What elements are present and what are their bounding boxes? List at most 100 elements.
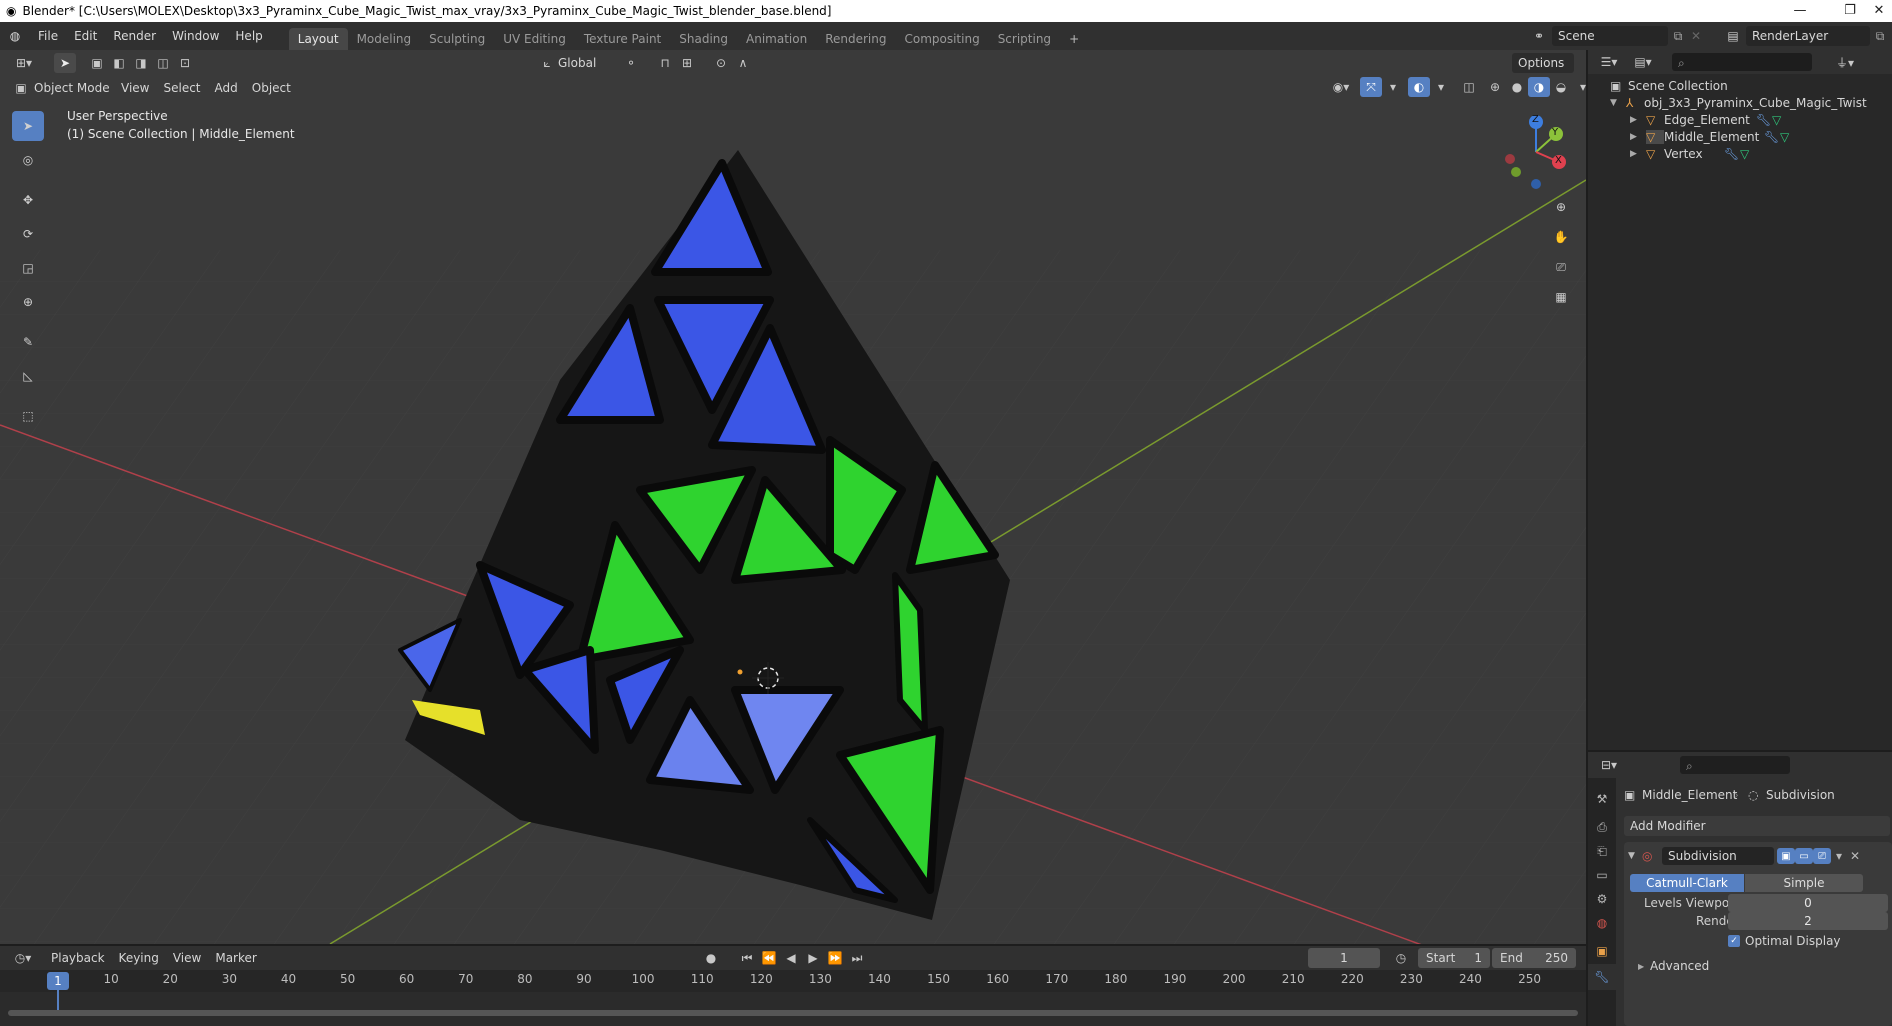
select-box-icon[interactable]: ➤ (54, 53, 76, 73)
render-layer-field[interactable]: RenderLayer (1746, 26, 1870, 46)
tool-move[interactable]: ✥ (12, 185, 44, 215)
viewport-menu-object[interactable]: Object (245, 77, 298, 99)
restore-button[interactable]: ❐ (1830, 0, 1870, 22)
render-levels-field[interactable]: 2 (1728, 912, 1888, 930)
tool-scale[interactable]: ◲ (12, 253, 44, 283)
viewport-menu-select[interactable]: Select (156, 77, 207, 99)
prev-keyframe-icon[interactable]: ⏪ (758, 948, 780, 968)
solid-shading-icon[interactable]: ● (1506, 77, 1528, 97)
jump-start-icon[interactable]: ⏮ (736, 948, 758, 968)
collapse-arrow-icon[interactable]: ▶ (1630, 115, 1646, 125)
modifier-delete-icon[interactable]: ✕ (1847, 849, 1863, 863)
blender-menu-icon[interactable]: ◍ (0, 29, 30, 43)
rendered-shading-icon[interactable]: ◒ (1550, 77, 1572, 97)
visibility-icon[interactable]: ◉▾ (1330, 77, 1352, 97)
advanced-subpanel[interactable]: ▶ Advanced (1638, 959, 1709, 973)
object-tab-icon[interactable]: ▣ (1588, 938, 1616, 964)
menu-help[interactable]: Help (227, 22, 270, 50)
tab-compositing[interactable]: Compositing (895, 28, 988, 50)
output-tab-icon[interactable]: ⎗ (1588, 838, 1616, 864)
collapse-arrow-icon[interactable]: ▶ (1630, 149, 1646, 159)
menu-window[interactable]: Window (164, 22, 227, 50)
ortho-toggle-icon[interactable]: ▦ (1548, 284, 1574, 310)
collapse-arrow-icon[interactable]: ▶ (1630, 132, 1646, 142)
tool-add-cube[interactable]: ⬚ (12, 401, 44, 431)
xray-icon[interactable]: ◫ (1458, 77, 1480, 97)
world-tab-icon[interactable]: ◍ (1588, 910, 1616, 936)
frame-end-field[interactable]: End 250 (1492, 948, 1576, 968)
mode-invert-icon[interactable]: ◫ (152, 53, 174, 73)
menu-render[interactable]: Render (105, 22, 164, 50)
camera-view-icon[interactable]: ⎚ (1548, 254, 1574, 280)
jump-end-icon[interactable]: ⏭ (846, 948, 868, 968)
mode-extend-icon[interactable]: ◧ (108, 53, 130, 73)
play-icon[interactable]: ▶ (802, 948, 824, 968)
scene-remove-icon[interactable]: ✕ (1688, 29, 1704, 43)
tool-measure[interactable]: ◺ (12, 361, 44, 391)
modifier-name-field[interactable]: Subdivision (1662, 847, 1774, 865)
mode-set-icon[interactable]: ▣ (86, 53, 108, 73)
zoom-icon[interactable]: ⊕ (1548, 194, 1574, 220)
add-modifier-button[interactable]: Add Modifier (1624, 816, 1890, 836)
filter-icon[interactable]: ⏚▾ (1830, 52, 1860, 72)
shading-dropdown-icon[interactable]: ▾ (1572, 77, 1586, 97)
tab-texture-paint[interactable]: Texture Paint (575, 28, 670, 50)
timeline-menu-marker[interactable]: Marker (208, 947, 263, 969)
pivot-point-icon[interactable]: ⚬ (620, 53, 642, 73)
tool-rotate[interactable]: ⟳ (12, 219, 44, 249)
properties-editor-type-icon[interactable]: ⊟▾ (1594, 755, 1624, 775)
modifier-tab-icon[interactable]: 🔧︎ (1588, 964, 1616, 990)
tab-scripting[interactable]: Scripting (989, 28, 1060, 50)
scene-name-field[interactable]: Scene (1552, 26, 1668, 46)
editor-type-icon[interactable]: ⊞▾ (8, 53, 40, 73)
simple-button[interactable]: Simple (1745, 874, 1863, 892)
transform-orientation-dropdown[interactable]: Global (558, 56, 608, 70)
view-layer-tab-icon[interactable]: ▭ (1588, 862, 1616, 888)
tool-cursor[interactable]: ◎ (12, 145, 44, 175)
outliner-editor-type-icon[interactable]: ☰▾ (1594, 52, 1624, 72)
tab-shading[interactable]: Shading (670, 28, 737, 50)
display-mode-icon[interactable]: ▤▾ (1628, 52, 1658, 72)
scene-tab-icon[interactable]: ⚙ (1588, 886, 1616, 912)
scene-icon[interactable]: ⚭ (1526, 29, 1552, 43)
timeline-menu-keying[interactable]: Keying (112, 947, 166, 969)
proportional-edit-icon[interactable]: ⊙ (710, 53, 732, 73)
tab-sculpting[interactable]: Sculpting (420, 28, 494, 50)
render-tab-icon[interactable]: ⎙ (1588, 814, 1616, 840)
3d-viewport[interactable]: ⊞▾ ➤ ▣ ◧ ◨ ◫ ⊡ ⟀ Global ⚬ ⊓ ⊞ ⊙ ∧ Option… (0, 50, 1586, 944)
viewport-menu-view[interactable]: View (114, 77, 156, 99)
levels-viewport-field[interactable]: 0 (1728, 894, 1888, 912)
edit-mode-toggle-icon[interactable]: ▣ (1777, 848, 1795, 864)
tab-layout[interactable]: Layout (288, 28, 348, 50)
close-button[interactable]: ✕ (1866, 0, 1892, 22)
mode-intersect-icon[interactable]: ⊡ (174, 53, 196, 73)
timeline-menu-view[interactable]: View (166, 947, 208, 969)
render-toggle-icon[interactable]: ⎚ (1813, 848, 1831, 864)
transform-orientation-icon[interactable]: ⟀ (536, 53, 558, 73)
current-frame-field[interactable]: 1 (1308, 948, 1380, 968)
auto-keying-icon[interactable]: ● (700, 948, 722, 968)
options-dropdown[interactable]: Options (1512, 53, 1574, 73)
minimize-button[interactable]: — (1780, 0, 1820, 22)
expand-arrow-icon[interactable]: ▼ (1610, 98, 1626, 108)
tool-annotate[interactable]: ✎ (12, 327, 44, 357)
modifier-collapse-icon[interactable]: ▼ (1628, 851, 1642, 861)
falloff-icon[interactable]: ∧ (732, 53, 754, 73)
snap-icon[interactable]: ⊓ (654, 53, 676, 73)
add-workspace-icon[interactable]: + (1060, 28, 1088, 50)
expand-arrow-icon[interactable]: ▶ (1638, 962, 1650, 971)
timeline-editor-type-icon[interactable]: ◷▾ (8, 948, 38, 968)
frame-start-field[interactable]: Start 1 (1418, 948, 1490, 968)
viewport-menu-add[interactable]: Add (208, 77, 245, 99)
optimal-display-checkbox[interactable]: ✓ Optimal Display (1728, 934, 1841, 948)
modifier-menu-icon[interactable]: ▾ (1831, 849, 1847, 863)
gizmo-icon[interactable]: ⤧ (1360, 77, 1382, 97)
checkbox-checked-icon[interactable]: ✓ (1728, 935, 1740, 947)
mode-subtract-icon[interactable]: ◨ (130, 53, 152, 73)
material-shading-icon[interactable]: ◑ (1528, 77, 1550, 97)
tool-transform[interactable]: ⊕ (12, 287, 44, 317)
tab-modeling[interactable]: Modeling (348, 28, 421, 50)
object-mode-dropdown[interactable]: Object Mode (34, 81, 114, 95)
viewport-toggle-icon[interactable]: ▭ (1795, 848, 1813, 864)
menu-edit[interactable]: Edit (66, 22, 105, 50)
